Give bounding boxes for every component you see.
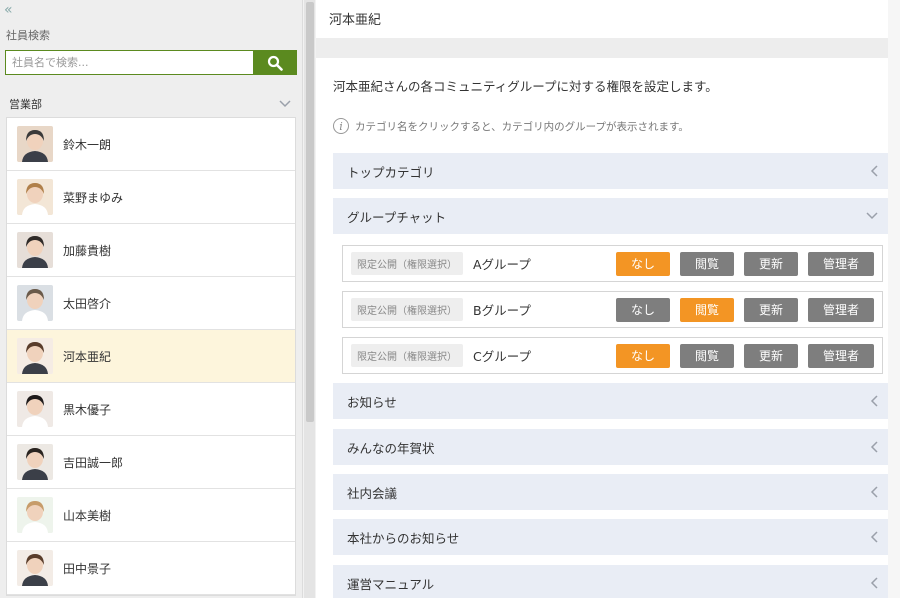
sidebar-scrollbar-thumb[interactable] <box>306 2 314 422</box>
category-7[interactable]: 運営マニュアル <box>333 565 892 598</box>
chevron-left-icon <box>870 441 878 453</box>
avatar <box>17 338 53 374</box>
employee-row[interactable]: 太田啓介 <box>7 277 295 330</box>
employee-row[interactable]: 加藤貴樹 <box>7 224 295 277</box>
chevron-down-icon <box>866 212 878 220</box>
permission-view-button[interactable]: 閲覧 <box>680 251 734 276</box>
category-1[interactable]: トップカテゴリ <box>333 153 892 189</box>
permission-none-button[interactable]: なし <box>616 297 670 322</box>
category-label: 本社からのお知らせ <box>347 530 460 546</box>
permission-update-button[interactable]: 更新 <box>744 251 798 276</box>
info-icon: i <box>333 118 349 134</box>
permission-admin-button[interactable]: 管理者 <box>808 251 874 276</box>
chevron-left-icon <box>870 486 878 498</box>
category-3[interactable]: お知らせ <box>333 383 892 419</box>
search-icon <box>267 55 283 71</box>
employee-name: 鈴木一朗 <box>63 137 112 152</box>
header-divider <box>316 38 900 58</box>
employee-row[interactable]: 吉田誠一郎 <box>7 436 295 489</box>
permission-panel: 河本亜紀 河本亜紀さんの各コミュニティグループに対する権限を設定します。 i カ… <box>316 0 900 598</box>
permission-button-group: なし 閲覧 更新 管理者 <box>616 343 874 368</box>
department-header[interactable]: 営業部 <box>0 92 302 116</box>
category-label: グループチャット <box>347 209 447 225</box>
group-name: Aグループ <box>473 257 531 272</box>
permission-none-button[interactable]: なし <box>616 343 670 368</box>
group-name: Cグループ <box>473 349 531 364</box>
permission-admin-button[interactable]: 管理者 <box>808 297 874 322</box>
permission-update-button[interactable]: 更新 <box>744 297 798 322</box>
group-row: 限定公開（権限選択） Bグループ なし 閲覧 更新 管理者 <box>342 291 883 328</box>
category-label: みんなの年賀状 <box>347 440 435 456</box>
chevron-left-icon <box>870 165 878 177</box>
search-box <box>5 50 297 75</box>
hint-label: カテゴリ名をクリックすると、カテゴリ内のグループが表示されます。 <box>355 120 689 133</box>
category-label: 社内会議 <box>347 485 398 501</box>
permission-view-button[interactable]: 閲覧 <box>680 343 734 368</box>
permission-none-button[interactable]: なし <box>616 251 670 276</box>
employee-row[interactable]: 田中景子 <box>7 542 295 595</box>
category-4[interactable]: みんなの年賀状 <box>333 429 892 465</box>
search-input[interactable] <box>5 50 253 75</box>
chevron-down-icon <box>279 100 291 108</box>
group-row: 限定公開（権限選択） Cグループ なし 閲覧 更新 管理者 <box>342 337 883 374</box>
permission-admin-button[interactable]: 管理者 <box>808 343 874 368</box>
category-2[interactable]: グループチャット <box>333 198 892 234</box>
employee-name: 太田啓介 <box>63 296 112 311</box>
employee-row[interactable]: 鈴木一朗 <box>7 118 295 171</box>
page-title: 河本亜紀 <box>316 0 900 38</box>
panel-description: 河本亜紀さんの各コミュニティグループに対する権限を設定します。 <box>333 79 718 94</box>
permission-update-button[interactable]: 更新 <box>744 343 798 368</box>
group-name: Bグループ <box>473 303 531 318</box>
avatar <box>17 126 53 162</box>
avatar <box>17 444 53 480</box>
visibility-badge: 限定公開（権限選択） <box>351 298 463 321</box>
employee-name: 吉田誠一郎 <box>63 455 124 470</box>
category-6[interactable]: 本社からのお知らせ <box>333 519 892 555</box>
category-label: トップカテゴリ <box>347 164 435 180</box>
employee-name: 加藤貴樹 <box>63 243 112 258</box>
avatar <box>17 550 53 586</box>
avatar <box>17 391 53 427</box>
search-button[interactable] <box>253 50 297 75</box>
employee-name: 山本美樹 <box>63 508 112 523</box>
employee-name: 黒木優子 <box>63 402 112 417</box>
category-label: 運営マニュアル <box>347 576 435 592</box>
group-row: 限定公開（権限選択） Aグループ なし 閲覧 更新 管理者 <box>342 245 883 282</box>
visibility-badge: 限定公開（権限選択） <box>351 252 463 275</box>
category-label: お知らせ <box>347 394 397 410</box>
employee-list: 鈴木一朗 菜野まゆみ 加藤貴樹 太田啓介 河本亜紀 黒木優子 吉田誠一郎 山本美… <box>6 117 296 596</box>
employee-row[interactable]: 菜野まゆみ <box>7 171 295 224</box>
department-label: 営業部 <box>9 98 42 111</box>
chevron-left-icon <box>870 531 878 543</box>
main-scrollbar-track[interactable] <box>888 0 900 598</box>
employee-row[interactable]: 黒木優子 <box>7 383 295 436</box>
avatar <box>17 285 53 321</box>
permission-button-group: なし 閲覧 更新 管理者 <box>616 251 874 276</box>
collapse-sidebar-icon[interactable]: « <box>4 2 13 18</box>
hint-text: i カテゴリ名をクリックすると、カテゴリ内のグループが表示されます。 <box>333 118 689 134</box>
avatar <box>17 179 53 215</box>
search-label: 社員検索 <box>6 29 50 42</box>
chevron-left-icon <box>870 395 878 407</box>
permission-view-button[interactable]: 閲覧 <box>680 297 734 322</box>
avatar <box>17 232 53 268</box>
employee-name: 田中景子 <box>63 561 112 576</box>
employee-name: 菜野まゆみ <box>63 190 124 205</box>
chevron-left-icon <box>870 577 878 589</box>
employee-row[interactable]: 山本美樹 <box>7 489 295 542</box>
visibility-badge: 限定公開（権限選択） <box>351 344 463 367</box>
category-5[interactable]: 社内会議 <box>333 474 892 510</box>
employee-name: 河本亜紀 <box>63 349 112 364</box>
permission-button-group: なし 閲覧 更新 管理者 <box>616 297 874 322</box>
employee-sidebar: « 社員検索 営業部 鈴木一朗 菜野まゆみ 加 <box>0 0 303 598</box>
avatar <box>17 497 53 533</box>
employee-row[interactable]: 河本亜紀 <box>7 330 295 383</box>
